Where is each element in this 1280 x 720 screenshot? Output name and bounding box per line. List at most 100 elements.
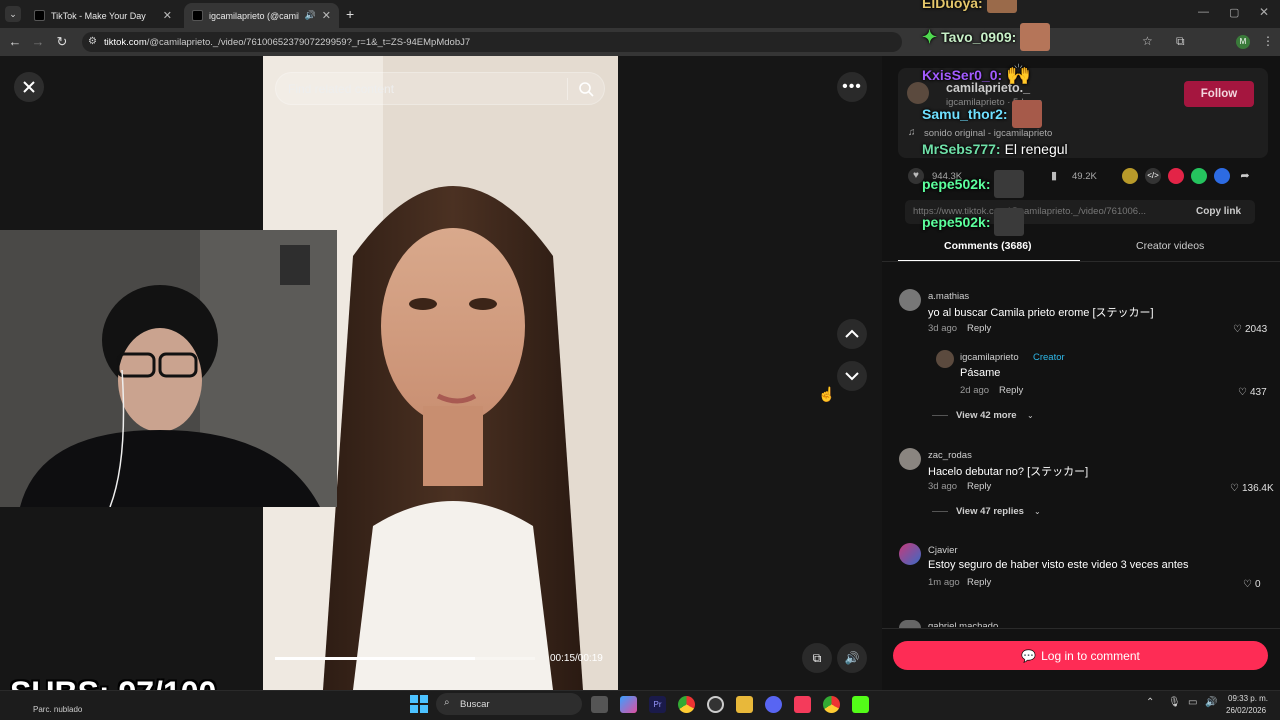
chrome-profile-icon[interactable] [823,696,840,713]
site-info-icon[interactable]: ⚙ [88,36,97,47]
comment-avatar[interactable] [899,448,921,470]
reload-button[interactable]: ↻ [53,33,71,51]
close-video-button[interactable] [14,72,44,102]
comment-bubble-icon: 💬 [1021,648,1037,663]
more-icon: ••• [842,78,862,95]
reply-button[interactable]: Reply [967,577,991,588]
send-icon[interactable] [1168,168,1184,184]
close-window-button[interactable]: ✕ [1259,5,1269,19]
heart-icon: ♡ [1243,579,1252,590]
comment-text: Pásame [960,367,1001,379]
bookmark-star-icon[interactable]: ☆ [1142,34,1153,48]
tab-list-button[interactable]: ⌄ [5,6,21,22]
search-icon[interactable] [578,81,594,102]
minimize-button[interactable]: — [1198,6,1209,18]
related-search-input[interactable]: Find related content [275,72,605,105]
previous-video-button[interactable] [837,319,867,349]
comment-like[interactable]: ♡ 2043 [1233,324,1267,335]
search-icon: ⌕ [444,697,450,708]
view-more-replies[interactable]: View 47 replies [956,506,1024,517]
url-field[interactable]: tiktok.com/@camilaprieto._/video/7610065… [82,32,902,52]
whatsapp-icon[interactable] [1191,168,1207,184]
more-options-button[interactable]: ••• [837,72,867,102]
discord-icon[interactable] [765,696,782,713]
pip-button[interactable]: ⧉ [802,643,832,673]
reply-button[interactable]: Reply [967,323,991,334]
obs-icon[interactable] [707,696,724,713]
profile-avatar[interactable]: M [1236,35,1250,49]
chevron-down-icon [845,372,859,381]
comment-avatar[interactable] [899,543,921,565]
heart-icon: ♡ [1238,387,1247,398]
sound-label[interactable]: sonido original - igcamilaprieto [924,128,1052,139]
embed-icon[interactable]: </> [1145,168,1161,184]
tab-creator-videos[interactable]: Creator videos [1136,240,1204,252]
reply-button[interactable]: Reply [999,385,1023,396]
new-tab-button[interactable]: + [346,6,354,22]
tiktok-icon [34,10,45,21]
clock-date[interactable]: 26/02/2026 [1226,706,1266,715]
share-arrow-icon[interactable]: ➦ [1237,168,1253,184]
task-view-icon[interactable] [591,696,608,713]
taskbar-search-field[interactable]: Buscar [436,693,582,715]
speaker-icon: 🔊 [304,10,316,20]
close-tab-icon[interactable]: ✕ [163,9,172,22]
emote-image [1020,23,1051,51]
emote-image [994,170,1025,198]
reply-button[interactable]: Reply [967,481,991,492]
volume-button[interactable]: 🔊 [837,643,867,673]
chat-username: MrSebs777: [922,141,1001,157]
kick-icon[interactable] [852,696,869,713]
clock-time[interactable]: 09:33 p. m. [1228,694,1268,703]
facebook-icon[interactable] [1214,168,1230,184]
chat-username: ElDuoya: [922,0,983,11]
comment-avatar[interactable] [899,289,921,311]
follow-button[interactable]: Follow [1184,81,1254,107]
comment-username[interactable]: gabriel.machado [928,620,998,627]
chrome-icon[interactable] [678,696,695,713]
speaker-tray-icon[interactable]: 🔊 [1205,697,1217,708]
comment-username[interactable]: Cjavier [928,545,958,556]
view-more-line [932,415,948,416]
close-tab-icon[interactable]: ✕ [322,9,331,22]
file-explorer-icon[interactable] [736,696,753,713]
comment-avatar[interactable] [899,620,921,628]
back-button[interactable]: ← [6,33,24,51]
comment-like[interactable]: ♡ 136.4K [1230,483,1274,494]
webcam-image [0,230,337,507]
mouse-cursor: ☝ [818,386,836,402]
comment-avatar[interactable] [936,350,954,368]
share-coin-icon[interactable] [1122,168,1138,184]
copy-link-button[interactable]: Copy link [1196,206,1241,217]
tab-tiktok-video[interactable]: igcamilaprieto (@camilapr... 🔊 ✕ [184,3,339,28]
comment-like[interactable]: ♡ 437 [1238,387,1267,398]
browser-menu-icon[interactable]: ⋮ [1262,34,1274,48]
weather-label[interactable]: Parc. nublado [33,705,82,714]
network-icon[interactable]: ▭ [1188,697,1197,708]
comment-username[interactable]: zac_rodas [928,450,972,461]
comment-like[interactable]: ♡ 0 [1243,579,1261,590]
maximize-button[interactable]: ▢ [1229,6,1239,19]
comment-time: 1m ago [928,577,960,588]
login-to-comment-button[interactable]: 💬 Log in to comment [893,641,1268,670]
extensions-icon[interactable]: ⧉ [1176,34,1185,49]
premiere-icon[interactable]: Pr [649,696,666,713]
comment-username[interactable]: igcamilaprieto [960,352,1019,363]
next-video-button[interactable] [837,361,867,391]
copilot-icon[interactable] [620,696,637,713]
comment-username[interactable]: a.mathias [928,291,969,302]
chat-username: pepe502k: [922,176,991,192]
search-divider [567,78,568,100]
music-app-icon[interactable] [794,696,811,713]
view-more-replies[interactable]: View 42 more [956,410,1017,421]
tab-comments[interactable]: Comments (3686) [944,240,1032,252]
microphone-icon[interactable]: 🎙 [1168,697,1181,708]
tab-tiktok-home[interactable]: TikTok - Make Your Day ✕ [26,3,180,28]
tray-chevron-icon[interactable]: ⌃ [1146,697,1154,708]
video-progress-bar[interactable] [275,657,535,660]
save-icon[interactable]: ▮ [1051,169,1057,182]
start-button[interactable] [410,695,428,718]
volume-icon: 🔊 [844,651,860,665]
forward-button[interactable]: → [29,33,47,51]
pip-icon: ⧉ [812,650,822,665]
